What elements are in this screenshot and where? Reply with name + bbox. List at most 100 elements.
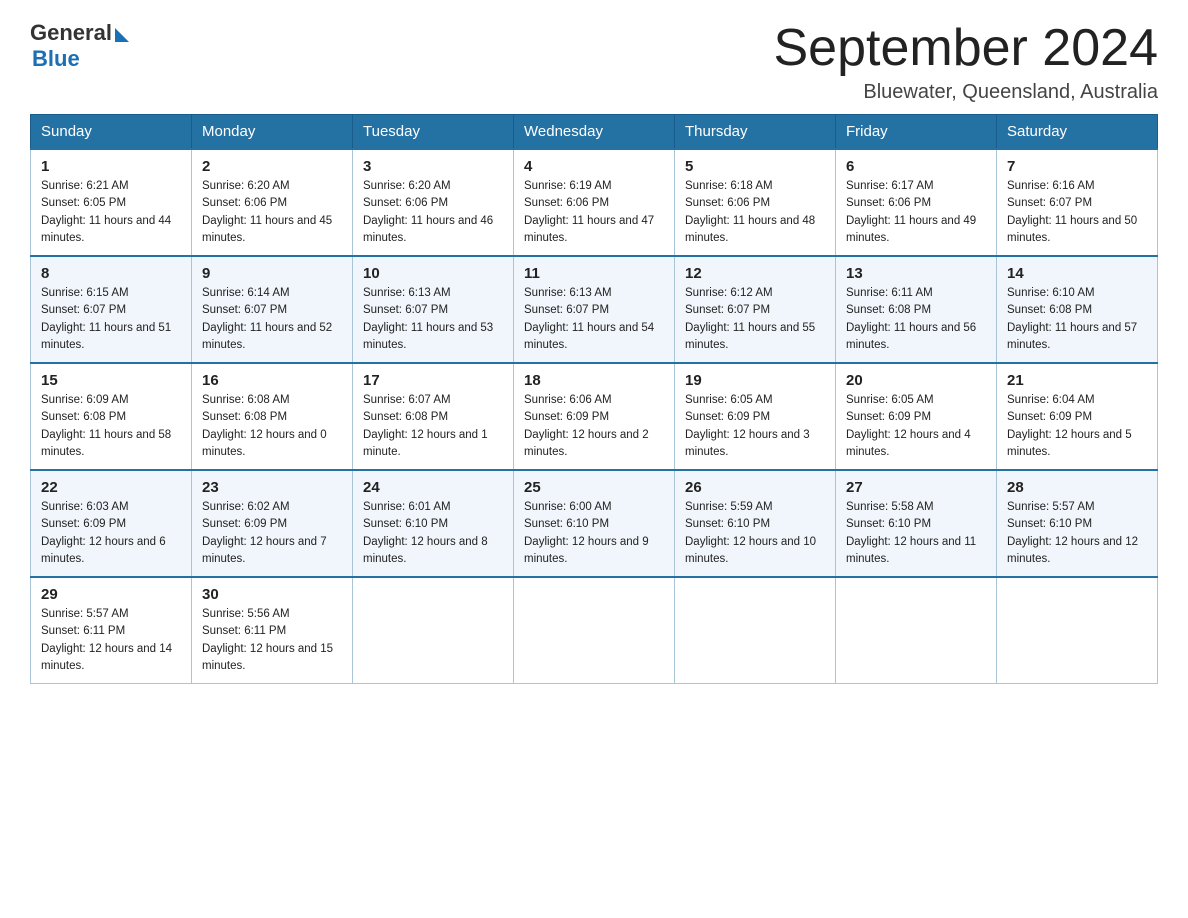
day-number: 14 — [1007, 265, 1147, 282]
week-row-3: 15 Sunrise: 6:09 AMSunset: 6:08 PMDaylig… — [31, 363, 1158, 470]
day-number: 19 — [685, 372, 825, 389]
header-saturday: Saturday — [997, 115, 1158, 150]
day-number: 30 — [202, 586, 342, 603]
day-info: Sunrise: 6:13 AMSunset: 6:07 PMDaylight:… — [524, 285, 664, 354]
header-sunday: Sunday — [31, 115, 192, 150]
day-info: Sunrise: 6:01 AMSunset: 6:10 PMDaylight:… — [363, 499, 503, 568]
calendar-cell: 30 Sunrise: 5:56 AMSunset: 6:11 PMDaylig… — [192, 577, 353, 684]
day-info: Sunrise: 6:02 AMSunset: 6:09 PMDaylight:… — [202, 499, 342, 568]
calendar-cell: 15 Sunrise: 6:09 AMSunset: 6:08 PMDaylig… — [31, 363, 192, 470]
day-info: Sunrise: 6:15 AMSunset: 6:07 PMDaylight:… — [41, 285, 181, 354]
calendar-cell: 13 Sunrise: 6:11 AMSunset: 6:08 PMDaylig… — [836, 256, 997, 363]
header-tuesday: Tuesday — [353, 115, 514, 150]
day-info: Sunrise: 6:20 AMSunset: 6:06 PMDaylight:… — [202, 178, 342, 247]
day-info: Sunrise: 6:04 AMSunset: 6:09 PMDaylight:… — [1007, 392, 1147, 461]
calendar-cell: 5 Sunrise: 6:18 AMSunset: 6:06 PMDayligh… — [675, 149, 836, 256]
day-number: 25 — [524, 479, 664, 496]
day-info: Sunrise: 5:57 AMSunset: 6:11 PMDaylight:… — [41, 606, 181, 675]
day-info: Sunrise: 6:05 AMSunset: 6:09 PMDaylight:… — [685, 392, 825, 461]
day-info: Sunrise: 6:05 AMSunset: 6:09 PMDaylight:… — [846, 392, 986, 461]
day-info: Sunrise: 6:16 AMSunset: 6:07 PMDaylight:… — [1007, 178, 1147, 247]
day-number: 10 — [363, 265, 503, 282]
calendar-cell — [675, 577, 836, 684]
day-number: 24 — [363, 479, 503, 496]
day-info: Sunrise: 6:17 AMSunset: 6:06 PMDaylight:… — [846, 178, 986, 247]
day-number: 4 — [524, 158, 664, 175]
day-info: Sunrise: 5:57 AMSunset: 6:10 PMDaylight:… — [1007, 499, 1147, 568]
calendar-cell: 17 Sunrise: 6:07 AMSunset: 6:08 PMDaylig… — [353, 363, 514, 470]
calendar-cell: 24 Sunrise: 6:01 AMSunset: 6:10 PMDaylig… — [353, 470, 514, 577]
day-number: 29 — [41, 586, 181, 603]
day-info: Sunrise: 6:12 AMSunset: 6:07 PMDaylight:… — [685, 285, 825, 354]
day-number: 17 — [363, 372, 503, 389]
calendar-table: Sunday Monday Tuesday Wednesday Thursday… — [30, 114, 1158, 684]
week-row-1: 1 Sunrise: 6:21 AMSunset: 6:05 PMDayligh… — [31, 149, 1158, 256]
calendar-cell: 2 Sunrise: 6:20 AMSunset: 6:06 PMDayligh… — [192, 149, 353, 256]
calendar-cell: 12 Sunrise: 6:12 AMSunset: 6:07 PMDaylig… — [675, 256, 836, 363]
day-number: 6 — [846, 158, 986, 175]
day-number: 26 — [685, 479, 825, 496]
day-number: 9 — [202, 265, 342, 282]
day-info: Sunrise: 6:18 AMSunset: 6:06 PMDaylight:… — [685, 178, 825, 247]
day-number: 8 — [41, 265, 181, 282]
day-number: 23 — [202, 479, 342, 496]
day-number: 15 — [41, 372, 181, 389]
calendar-cell — [514, 577, 675, 684]
day-info: Sunrise: 6:09 AMSunset: 6:08 PMDaylight:… — [41, 392, 181, 461]
week-row-4: 22 Sunrise: 6:03 AMSunset: 6:09 PMDaylig… — [31, 470, 1158, 577]
calendar-cell — [353, 577, 514, 684]
logo-blue-text: Blue — [32, 46, 80, 72]
calendar-cell: 28 Sunrise: 5:57 AMSunset: 6:10 PMDaylig… — [997, 470, 1158, 577]
day-info: Sunrise: 5:56 AMSunset: 6:11 PMDaylight:… — [202, 606, 342, 675]
header-thursday: Thursday — [675, 115, 836, 150]
day-info: Sunrise: 6:19 AMSunset: 6:06 PMDaylight:… — [524, 178, 664, 247]
calendar-cell: 21 Sunrise: 6:04 AMSunset: 6:09 PMDaylig… — [997, 363, 1158, 470]
calendar-cell: 10 Sunrise: 6:13 AMSunset: 6:07 PMDaylig… — [353, 256, 514, 363]
day-info: Sunrise: 6:07 AMSunset: 6:08 PMDaylight:… — [363, 392, 503, 461]
day-info: Sunrise: 6:20 AMSunset: 6:06 PMDaylight:… — [363, 178, 503, 247]
day-number: 11 — [524, 265, 664, 282]
calendar-cell: 8 Sunrise: 6:15 AMSunset: 6:07 PMDayligh… — [31, 256, 192, 363]
calendar-cell: 6 Sunrise: 6:17 AMSunset: 6:06 PMDayligh… — [836, 149, 997, 256]
calendar-cell: 11 Sunrise: 6:13 AMSunset: 6:07 PMDaylig… — [514, 256, 675, 363]
week-row-2: 8 Sunrise: 6:15 AMSunset: 6:07 PMDayligh… — [31, 256, 1158, 363]
location-title: Bluewater, Queensland, Australia — [774, 81, 1159, 104]
day-info: Sunrise: 6:08 AMSunset: 6:08 PMDaylight:… — [202, 392, 342, 461]
month-title: September 2024 — [774, 20, 1159, 77]
day-number: 28 — [1007, 479, 1147, 496]
calendar-cell: 9 Sunrise: 6:14 AMSunset: 6:07 PMDayligh… — [192, 256, 353, 363]
calendar-cell: 14 Sunrise: 6:10 AMSunset: 6:08 PMDaylig… — [997, 256, 1158, 363]
day-number: 27 — [846, 479, 986, 496]
day-number: 20 — [846, 372, 986, 389]
day-info: Sunrise: 6:14 AMSunset: 6:07 PMDaylight:… — [202, 285, 342, 354]
calendar-cell: 23 Sunrise: 6:02 AMSunset: 6:09 PMDaylig… — [192, 470, 353, 577]
calendar-cell: 16 Sunrise: 6:08 AMSunset: 6:08 PMDaylig… — [192, 363, 353, 470]
calendar-cell — [836, 577, 997, 684]
header-monday: Monday — [192, 115, 353, 150]
day-number: 2 — [202, 158, 342, 175]
logo-arrow-icon — [115, 28, 129, 42]
day-info: Sunrise: 6:06 AMSunset: 6:09 PMDaylight:… — [524, 392, 664, 461]
day-info: Sunrise: 6:03 AMSunset: 6:09 PMDaylight:… — [41, 499, 181, 568]
day-number: 18 — [524, 372, 664, 389]
calendar-cell: 29 Sunrise: 5:57 AMSunset: 6:11 PMDaylig… — [31, 577, 192, 684]
header-wednesday: Wednesday — [514, 115, 675, 150]
calendar-cell — [997, 577, 1158, 684]
calendar-cell: 7 Sunrise: 6:16 AMSunset: 6:07 PMDayligh… — [997, 149, 1158, 256]
day-info: Sunrise: 5:58 AMSunset: 6:10 PMDaylight:… — [846, 499, 986, 568]
day-number: 22 — [41, 479, 181, 496]
day-info: Sunrise: 6:13 AMSunset: 6:07 PMDaylight:… — [363, 285, 503, 354]
day-info: Sunrise: 6:10 AMSunset: 6:08 PMDaylight:… — [1007, 285, 1147, 354]
page-header: General Blue September 2024 Bluewater, Q… — [30, 20, 1158, 104]
day-info: Sunrise: 5:59 AMSunset: 6:10 PMDaylight:… — [685, 499, 825, 568]
day-number: 1 — [41, 158, 181, 175]
calendar-cell: 1 Sunrise: 6:21 AMSunset: 6:05 PMDayligh… — [31, 149, 192, 256]
calendar-cell: 19 Sunrise: 6:05 AMSunset: 6:09 PMDaylig… — [675, 363, 836, 470]
title-area: September 2024 Bluewater, Queensland, Au… — [774, 20, 1159, 104]
calendar-cell: 3 Sunrise: 6:20 AMSunset: 6:06 PMDayligh… — [353, 149, 514, 256]
weekday-header-row: Sunday Monday Tuesday Wednesday Thursday… — [31, 115, 1158, 150]
calendar-cell: 20 Sunrise: 6:05 AMSunset: 6:09 PMDaylig… — [836, 363, 997, 470]
day-number: 5 — [685, 158, 825, 175]
calendar-cell: 27 Sunrise: 5:58 AMSunset: 6:10 PMDaylig… — [836, 470, 997, 577]
day-number: 12 — [685, 265, 825, 282]
